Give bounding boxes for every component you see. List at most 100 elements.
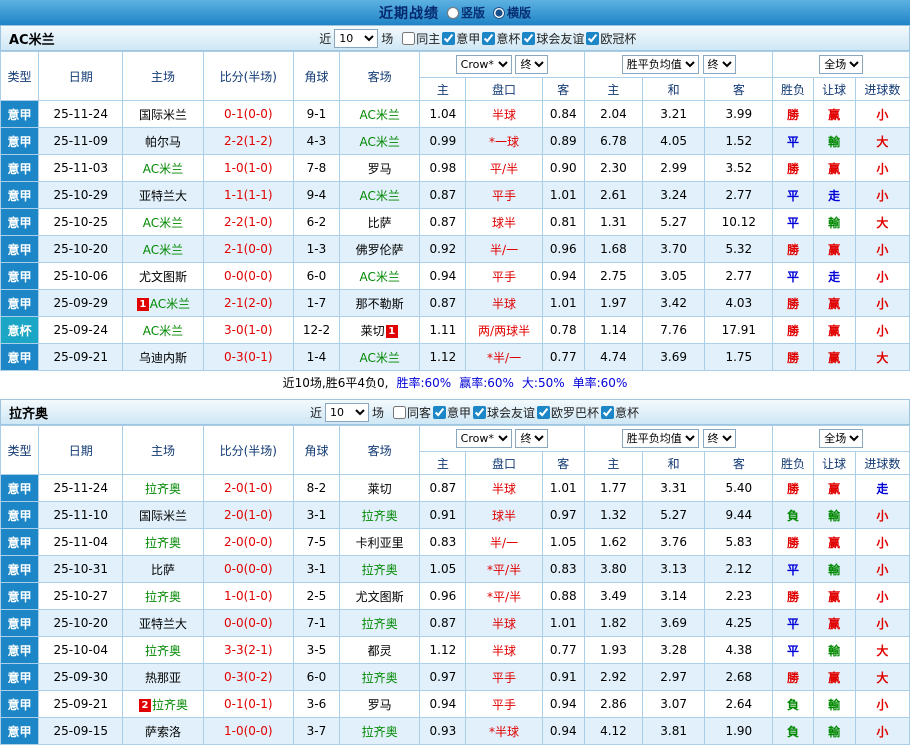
home-team-link[interactable]: AC米兰: [143, 324, 183, 338]
home-team-link[interactable]: AC米兰: [150, 297, 190, 311]
filter-checkbox-意甲[interactable]: 意甲: [442, 30, 480, 47]
home-team-link[interactable]: 拉齐奥: [145, 590, 181, 604]
home-team-link[interactable]: 拉齐奥: [145, 482, 181, 496]
filter-checkbox-同客[interactable]: 同客: [392, 404, 431, 421]
home-team-link[interactable]: AC米兰: [143, 216, 183, 230]
match-score-link[interactable]: 2-2(1-2): [202, 127, 294, 155]
odds-final-select[interactable]: 终: [515, 55, 549, 74]
handicap-line: *半球: [465, 717, 543, 745]
home-team-link[interactable]: 拉齐奥: [145, 644, 181, 658]
filter-checkbox-意杯[interactable]: 意杯: [601, 404, 639, 421]
away-team-link[interactable]: 拉齐奥: [362, 671, 398, 685]
match-score-link[interactable]: 0-3(0-2): [202, 663, 294, 691]
home-team-link[interactable]: 亚特兰大: [139, 617, 187, 631]
checkbox-input[interactable]: [482, 31, 496, 45]
away-team-link[interactable]: 都灵: [368, 644, 392, 658]
match-score-link[interactable]: 2-1(2-0): [202, 289, 294, 317]
match-score-link[interactable]: 1-1(1-1): [202, 181, 294, 209]
checkbox-input[interactable]: [402, 31, 416, 45]
filter-checkbox-意杯[interactable]: 意杯: [482, 30, 520, 47]
match-score-link[interactable]: 0-0(0-0): [202, 262, 294, 290]
away-team-link[interactable]: 罗马: [368, 698, 392, 712]
home-team-link[interactable]: 尤文图斯: [139, 270, 187, 284]
match-score-link[interactable]: 0-0(0-0): [202, 609, 294, 637]
match-score-link[interactable]: 1-0(1-0): [202, 582, 294, 610]
checkbox-input[interactable]: [433, 405, 446, 419]
away-team-link[interactable]: 佛罗伦萨: [356, 243, 404, 257]
avg-final-select[interactable]: 终: [702, 55, 736, 74]
away-team-link[interactable]: 拉齐奥: [362, 617, 398, 631]
away-team-link[interactable]: 拉齐奥: [362, 563, 398, 577]
away-team-link[interactable]: AC米兰: [359, 189, 399, 203]
match-count-select[interactable]: 10: [324, 402, 369, 422]
checkbox-input[interactable]: [473, 405, 487, 419]
checkbox-input[interactable]: [522, 31, 536, 45]
home-team-link[interactable]: 比萨: [151, 563, 175, 577]
radio-horizontal-input[interactable]: [493, 6, 505, 19]
filter-checkbox-同主[interactable]: 同主: [402, 30, 440, 47]
away-team-link[interactable]: AC米兰: [359, 351, 399, 365]
away-team-link[interactable]: 拉齐奥: [362, 725, 398, 739]
scope-select[interactable]: 全场: [819, 55, 864, 74]
match-score-link[interactable]: 2-0(0-0): [202, 528, 294, 556]
match-score-link[interactable]: 0-0(0-0): [202, 555, 294, 583]
match-score-link[interactable]: 0-3(0-1): [202, 343, 294, 371]
home-team-link[interactable]: 乌迪内斯: [139, 351, 187, 365]
match-score-link[interactable]: 2-0(1-0): [202, 474, 294, 502]
match-score-link[interactable]: 2-0(1-0): [202, 501, 294, 529]
avg-select[interactable]: 胜平负均值: [621, 55, 699, 74]
home-team-link[interactable]: 拉齐奥: [152, 698, 188, 712]
odds-away: 0.84: [541, 100, 585, 128]
away-team-link[interactable]: AC米兰: [359, 270, 399, 284]
match-score-link[interactable]: 1-0(0-0): [202, 717, 294, 745]
home-team-link[interactable]: AC米兰: [143, 243, 183, 257]
home-team-link[interactable]: 国际米兰: [139, 509, 187, 523]
match-score-link[interactable]: 2-2(1-0): [202, 208, 294, 236]
away-team-link[interactable]: 莱切: [368, 482, 392, 496]
home-team-link[interactable]: 萨索洛: [145, 725, 181, 739]
checkbox-input[interactable]: [601, 405, 615, 419]
away-team-link[interactable]: 尤文图斯: [356, 590, 404, 604]
away-team-link[interactable]: AC米兰: [359, 135, 399, 149]
checkbox-input[interactable]: [442, 31, 456, 45]
checkbox-input[interactable]: [537, 405, 551, 419]
home-team-link[interactable]: 拉齐奥: [145, 536, 181, 550]
home-team-link[interactable]: 国际米兰: [139, 108, 187, 122]
checkbox-input[interactable]: [392, 405, 406, 419]
avg-final-select[interactable]: 终: [702, 429, 736, 448]
layout-radio-horizontal[interactable]: 横版: [493, 4, 531, 21]
filter-checkbox-意甲[interactable]: 意甲: [433, 404, 471, 421]
result-handicap: 赢: [812, 289, 856, 317]
filter-checkbox-欧罗巴杯[interactable]: 欧罗巴杯: [537, 404, 599, 421]
match-score-link[interactable]: 2-1(0-0): [202, 235, 294, 263]
match-score-link[interactable]: 0-1(0-0): [202, 100, 294, 128]
radio-vertical-input[interactable]: [446, 6, 459, 19]
scope-select[interactable]: 全场: [819, 429, 864, 448]
away-team-link[interactable]: 比萨: [368, 216, 392, 230]
match-score-link[interactable]: 3-3(2-1): [202, 636, 294, 664]
odds-final-select[interactable]: 终: [515, 429, 549, 448]
odds-company-select[interactable]: Crow*: [455, 429, 512, 448]
odds-company-select[interactable]: Crow*: [455, 55, 512, 74]
filter-checkbox-球会友谊[interactable]: 球会友谊: [473, 404, 535, 421]
home-team-link[interactable]: 亚特兰大: [139, 189, 187, 203]
away-team-link[interactable]: 拉齐奥: [362, 509, 398, 523]
filter-checkbox-球会友谊[interactable]: 球会友谊: [522, 30, 584, 47]
home-team-link[interactable]: 热那亚: [145, 671, 181, 685]
away-team-link[interactable]: 卡利亚里: [356, 536, 404, 550]
filter-checkbox-欧冠杯[interactable]: 欧冠杯: [586, 30, 636, 47]
avg-select[interactable]: 胜平负均值: [621, 429, 699, 448]
away-team-link[interactable]: 罗马: [368, 162, 392, 176]
checkbox-input[interactable]: [586, 31, 600, 45]
away-team-link[interactable]: AC米兰: [359, 108, 399, 122]
away-team-link[interactable]: 那不勒斯: [356, 297, 404, 311]
match-score-link[interactable]: 0-1(0-1): [202, 690, 294, 718]
away-team-link[interactable]: 莱切: [361, 324, 385, 338]
match-count-select[interactable]: 10: [334, 28, 379, 48]
match-score-link[interactable]: 3-0(1-0): [202, 316, 294, 344]
layout-radio-vertical[interactable]: 竖版: [446, 4, 485, 21]
team-name: AC米兰: [9, 32, 55, 48]
match-score-link[interactable]: 1-0(1-0): [202, 154, 294, 182]
home-team-link[interactable]: AC米兰: [143, 162, 183, 176]
home-team-link[interactable]: 帕尔马: [145, 135, 181, 149]
